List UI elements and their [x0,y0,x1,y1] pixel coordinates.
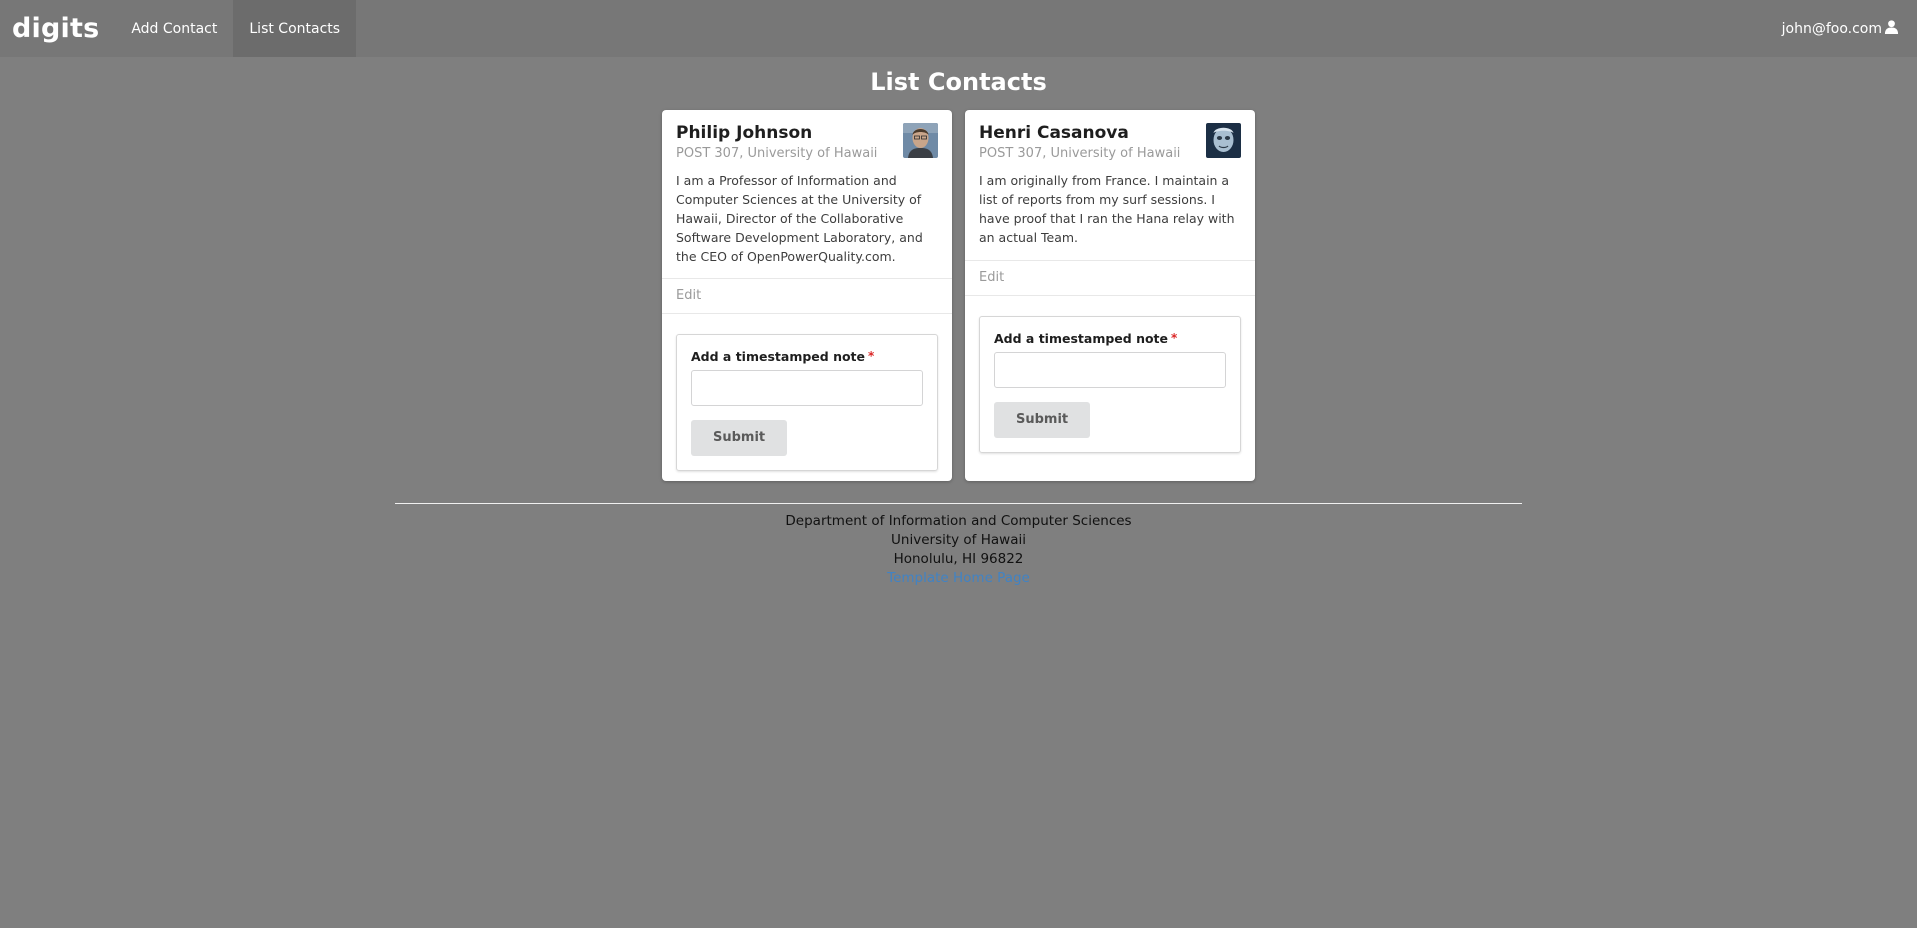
add-note-form: Add a timestamped note * Submit [979,316,1241,453]
contact-name: Philip Johnson [676,123,813,143]
submit-button[interactable]: Submit [691,420,788,456]
footer-department: Department of Information and Computer S… [785,513,1132,529]
footer-divider [395,503,1522,504]
contact-address: POST 307, University of Hawaii [676,146,878,161]
note-label: Add a timestamped note * [691,349,923,364]
required-asterisk: * [868,349,875,363]
card-divider [662,313,952,334]
contact-card: Henri Casanova POST 307, University of H… [965,110,1255,481]
card-edit-section: Edit [662,278,952,313]
note-input[interactable] [994,352,1226,388]
user-menu[interactable]: john@foo.com [1782,0,1917,57]
footer-university: University of Hawaii [891,532,1026,548]
contact-name: Henri Casanova [979,123,1129,143]
edit-link[interactable]: Edit [676,288,701,303]
edit-link[interactable]: Edit [979,270,1004,285]
contact-avatar [903,123,938,158]
card-edit-section: Edit [965,260,1255,295]
user-email: john@foo.com [1781,20,1882,37]
nav-list-contacts[interactable]: List Contacts [233,0,357,57]
note-input[interactable] [691,370,923,406]
brand-logo[interactable]: digits [0,0,115,57]
add-note-form: Add a timestamped note * Submit [676,334,938,471]
card-content: Henri Casanova POST 307, University of H… [965,110,1255,260]
user-icon [1884,19,1899,38]
contact-description: I am a Professor of Information and Comp… [676,173,923,264]
card-divider [965,295,1255,316]
contact-avatar [1206,123,1241,158]
contact-address: POST 307, University of Hawaii [979,146,1181,161]
note-label-text: Add a timestamped note [994,331,1169,346]
top-navbar: digits Add Contact List Contacts john@fo… [0,0,1917,57]
required-asterisk: * [1171,331,1178,345]
footer-address: Honolulu, HI 96822 [893,551,1024,567]
nav-add-contact[interactable]: Add Contact [115,0,233,57]
submit-button[interactable]: Submit [994,402,1091,438]
note-label: Add a timestamped note * [994,331,1226,346]
note-label-text: Add a timestamped note [691,349,866,364]
card-content: Philip Johnson POST 307, University of H… [662,110,952,278]
footer: Department of Information and Computer S… [0,512,1917,588]
template-home-link[interactable]: Template Home Page [887,570,1030,586]
contact-description: I am originally from France. I maintain … [979,173,1235,245]
contact-card: Philip Johnson POST 307, University of H… [662,110,952,481]
page-title: List Contacts [870,68,1047,96]
contact-cards: Philip Johnson POST 307, University of H… [0,110,1917,481]
